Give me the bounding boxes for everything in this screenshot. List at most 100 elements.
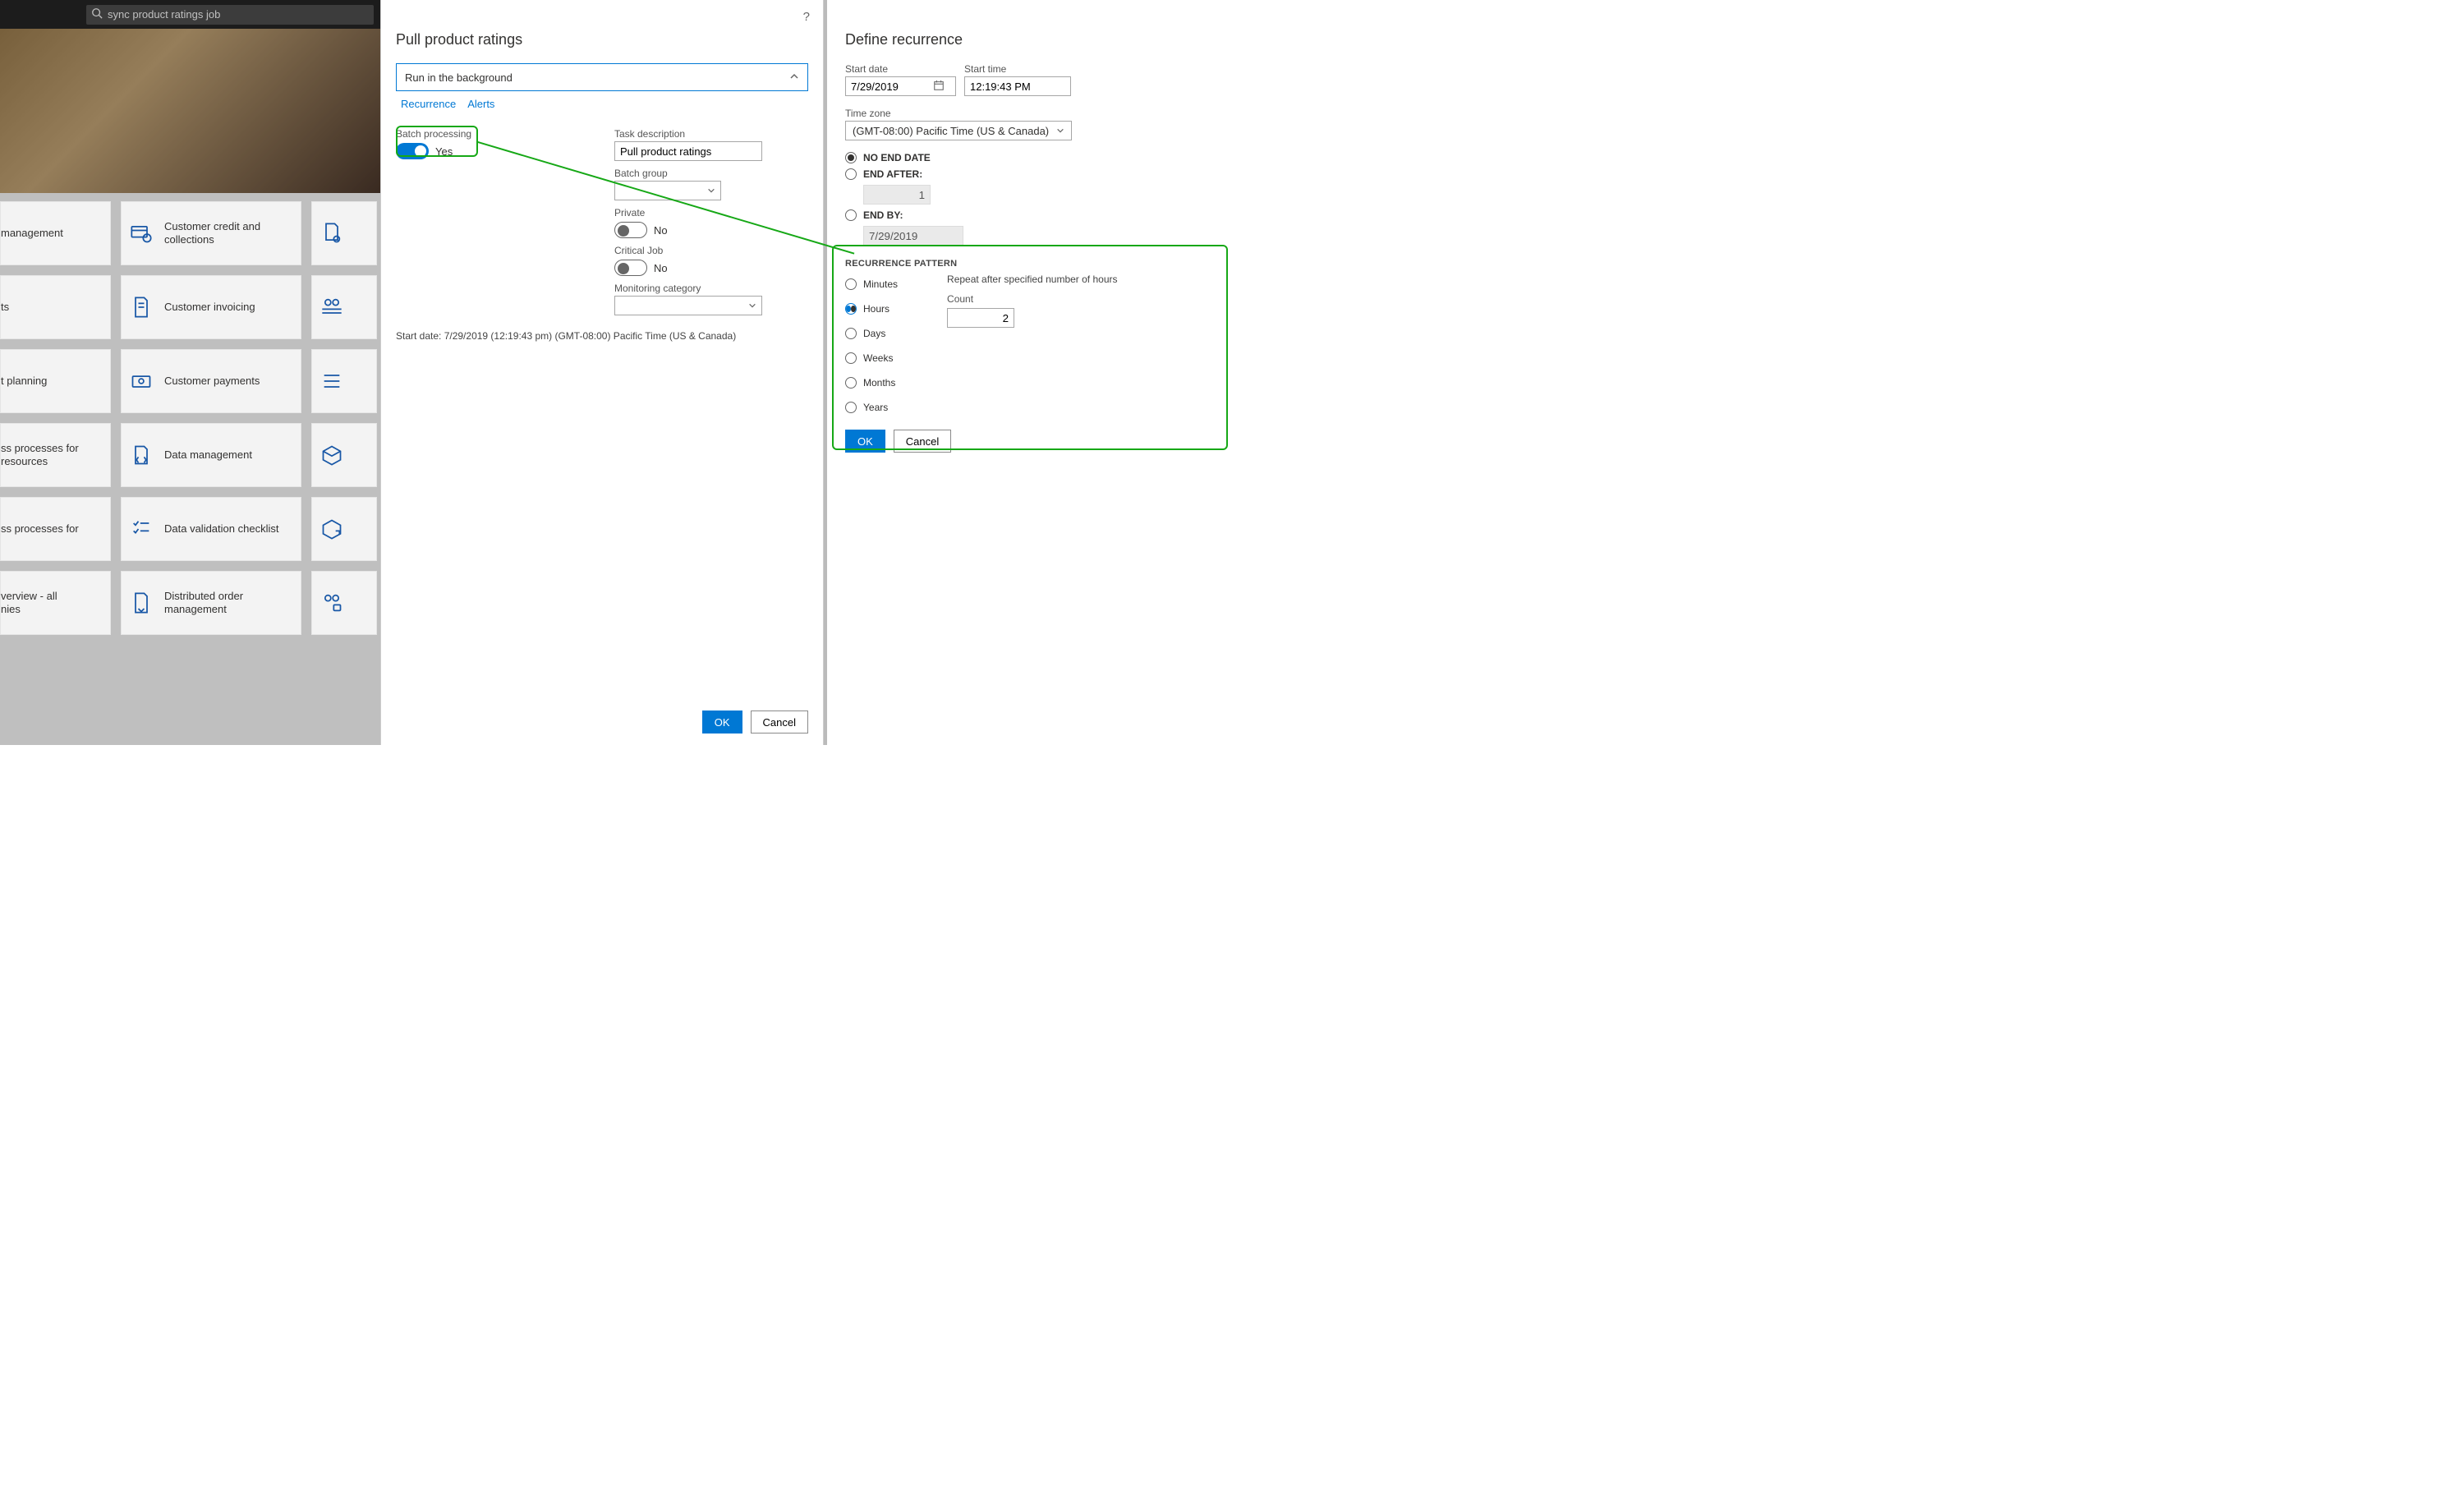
- end-after-option[interactable]: END AFTER:: [845, 168, 1214, 180]
- box-arrow-icon: [320, 517, 343, 540]
- tile-partial-right[interactable]: [311, 201, 377, 265]
- count-label: Count: [947, 293, 1117, 305]
- unit-label: Weeks: [863, 352, 893, 364]
- no-end-date-option[interactable]: NO END DATE: [845, 152, 1214, 163]
- timezone-label: Time zone: [845, 108, 1214, 119]
- tile-partial[interactable]: verview - all nies: [0, 571, 111, 635]
- pattern-unit-minutes[interactable]: Minutes: [845, 278, 898, 290]
- tile-label: ss processes for: [1, 522, 79, 536]
- search-box[interactable]: [86, 5, 374, 25]
- tile-label: Distributed order management: [164, 590, 292, 617]
- doc-gear-icon: [320, 222, 343, 245]
- batch-group-label: Batch group: [614, 168, 808, 179]
- box-icon: [320, 444, 343, 467]
- tile-data-validation[interactable]: Data validation checklist: [121, 497, 301, 561]
- tile-label: ts: [1, 301, 9, 314]
- ok-button[interactable]: OK: [702, 711, 742, 734]
- list-icon: [320, 370, 343, 393]
- doc-arrow-icon: [130, 591, 153, 614]
- tile-customer-payments[interactable]: Customer payments: [121, 349, 301, 413]
- tile-partial[interactable]: ss processes for resources: [0, 423, 111, 487]
- end-after-input: [863, 185, 931, 205]
- start-date-label: Start date: [845, 63, 956, 75]
- start-time-input[interactable]: [964, 76, 1071, 96]
- start-date-input[interactable]: [851, 80, 933, 93]
- section-run-background[interactable]: Run in the background: [396, 63, 808, 91]
- search-input[interactable]: [108, 8, 369, 21]
- tile-label: Customer payments: [164, 375, 260, 388]
- start-time-label: Start time: [964, 63, 1071, 75]
- tile-customer-credit[interactable]: Customer credit and collections: [121, 201, 301, 265]
- batch-processing-value: Yes: [435, 145, 453, 158]
- calendar-icon[interactable]: [933, 80, 945, 94]
- tile-distributed-order[interactable]: Distributed order management: [121, 571, 301, 635]
- radio-icon: [845, 303, 857, 315]
- tile-customer-invoicing[interactable]: Customer invoicing: [121, 275, 301, 339]
- radio-icon: [845, 152, 857, 163]
- pattern-unit-years[interactable]: Years: [845, 402, 898, 413]
- pattern-unit-months[interactable]: Months: [845, 377, 898, 389]
- pattern-unit-hours[interactable]: Hours: [845, 303, 898, 315]
- help-icon[interactable]: ?: [803, 10, 810, 24]
- task-description-label: Task description: [614, 128, 808, 140]
- tile-partial[interactable]: ss processes for: [0, 497, 111, 561]
- people-icon: [320, 296, 343, 319]
- timezone-value: (GMT-08:00) Pacific Time (US & Canada): [853, 125, 1049, 137]
- task-description-input[interactable]: [614, 141, 762, 161]
- hero-banner: [0, 29, 380, 193]
- start-date-status: Start date: 7/29/2019 (12:19:43 pm) (GMT…: [396, 330, 808, 342]
- pattern-units: Minutes Hours Days Weeks Months Years: [845, 274, 898, 418]
- tile-partial[interactable]: ts: [0, 275, 111, 339]
- unit-label: Minutes: [863, 278, 898, 290]
- no-end-label: NO END DATE: [863, 152, 931, 163]
- top-bar: [0, 0, 380, 29]
- tile-data-management[interactable]: Data management: [121, 423, 301, 487]
- tile-partial-right[interactable]: [311, 571, 377, 635]
- workspace-tiles: management Customer credit and collectio…: [0, 201, 380, 645]
- private-value: No: [654, 224, 668, 237]
- radio-icon: [845, 328, 857, 339]
- monitoring-dropdown[interactable]: [614, 296, 762, 315]
- people-lock-icon: [320, 591, 343, 614]
- end-by-option[interactable]: END BY:: [845, 209, 1214, 221]
- private-label: Private: [614, 207, 808, 218]
- private-toggle[interactable]: [614, 222, 647, 238]
- end-by-label: END BY:: [863, 209, 903, 221]
- batch-processing-toggle[interactable]: [396, 143, 429, 159]
- unit-label: Hours: [863, 303, 890, 315]
- radio-icon: [845, 377, 857, 389]
- tile-label: Data validation checklist: [164, 522, 278, 536]
- tile-partial[interactable]: management: [0, 201, 111, 265]
- payment-icon: [130, 370, 153, 393]
- recurrence-title: Define recurrence: [845, 31, 1214, 48]
- critical-toggle[interactable]: [614, 260, 647, 276]
- count-input[interactable]: [947, 308, 1014, 328]
- tile-partial-right[interactable]: [311, 423, 377, 487]
- tile-label: management: [1, 227, 63, 240]
- tile-label: Data management: [164, 448, 252, 462]
- tab-recurrence[interactable]: Recurrence: [401, 98, 456, 110]
- pattern-unit-weeks[interactable]: Weeks: [845, 352, 898, 364]
- tile-partial-right[interactable]: [311, 349, 377, 413]
- recurrence-cancel-button[interactable]: Cancel: [894, 430, 951, 453]
- invoice-icon: [130, 296, 153, 319]
- timezone-dropdown[interactable]: (GMT-08:00) Pacific Time (US & Canada): [845, 121, 1072, 140]
- data-icon: [130, 444, 153, 467]
- recurrence-ok-button[interactable]: OK: [845, 430, 885, 453]
- define-recurrence-panel: Define recurrence Start date Start time …: [824, 0, 1232, 745]
- radio-icon: [845, 168, 857, 180]
- batch-group-dropdown[interactable]: [614, 181, 721, 200]
- tile-partial[interactable]: t planning: [0, 349, 111, 413]
- critical-label: Critical Job: [614, 245, 808, 256]
- unit-label: Days: [863, 328, 885, 339]
- tab-alerts[interactable]: Alerts: [467, 98, 494, 110]
- cancel-button[interactable]: Cancel: [751, 711, 808, 734]
- end-after-label: END AFTER:: [863, 168, 922, 180]
- credit-icon: [130, 222, 153, 245]
- sub-tabs: Recurrence Alerts: [401, 98, 803, 110]
- start-date-field[interactable]: [845, 76, 956, 96]
- pattern-unit-days[interactable]: Days: [845, 328, 898, 339]
- chevron-down-icon: [1056, 125, 1064, 137]
- tile-partial-right[interactable]: [311, 497, 377, 561]
- tile-partial-right[interactable]: [311, 275, 377, 339]
